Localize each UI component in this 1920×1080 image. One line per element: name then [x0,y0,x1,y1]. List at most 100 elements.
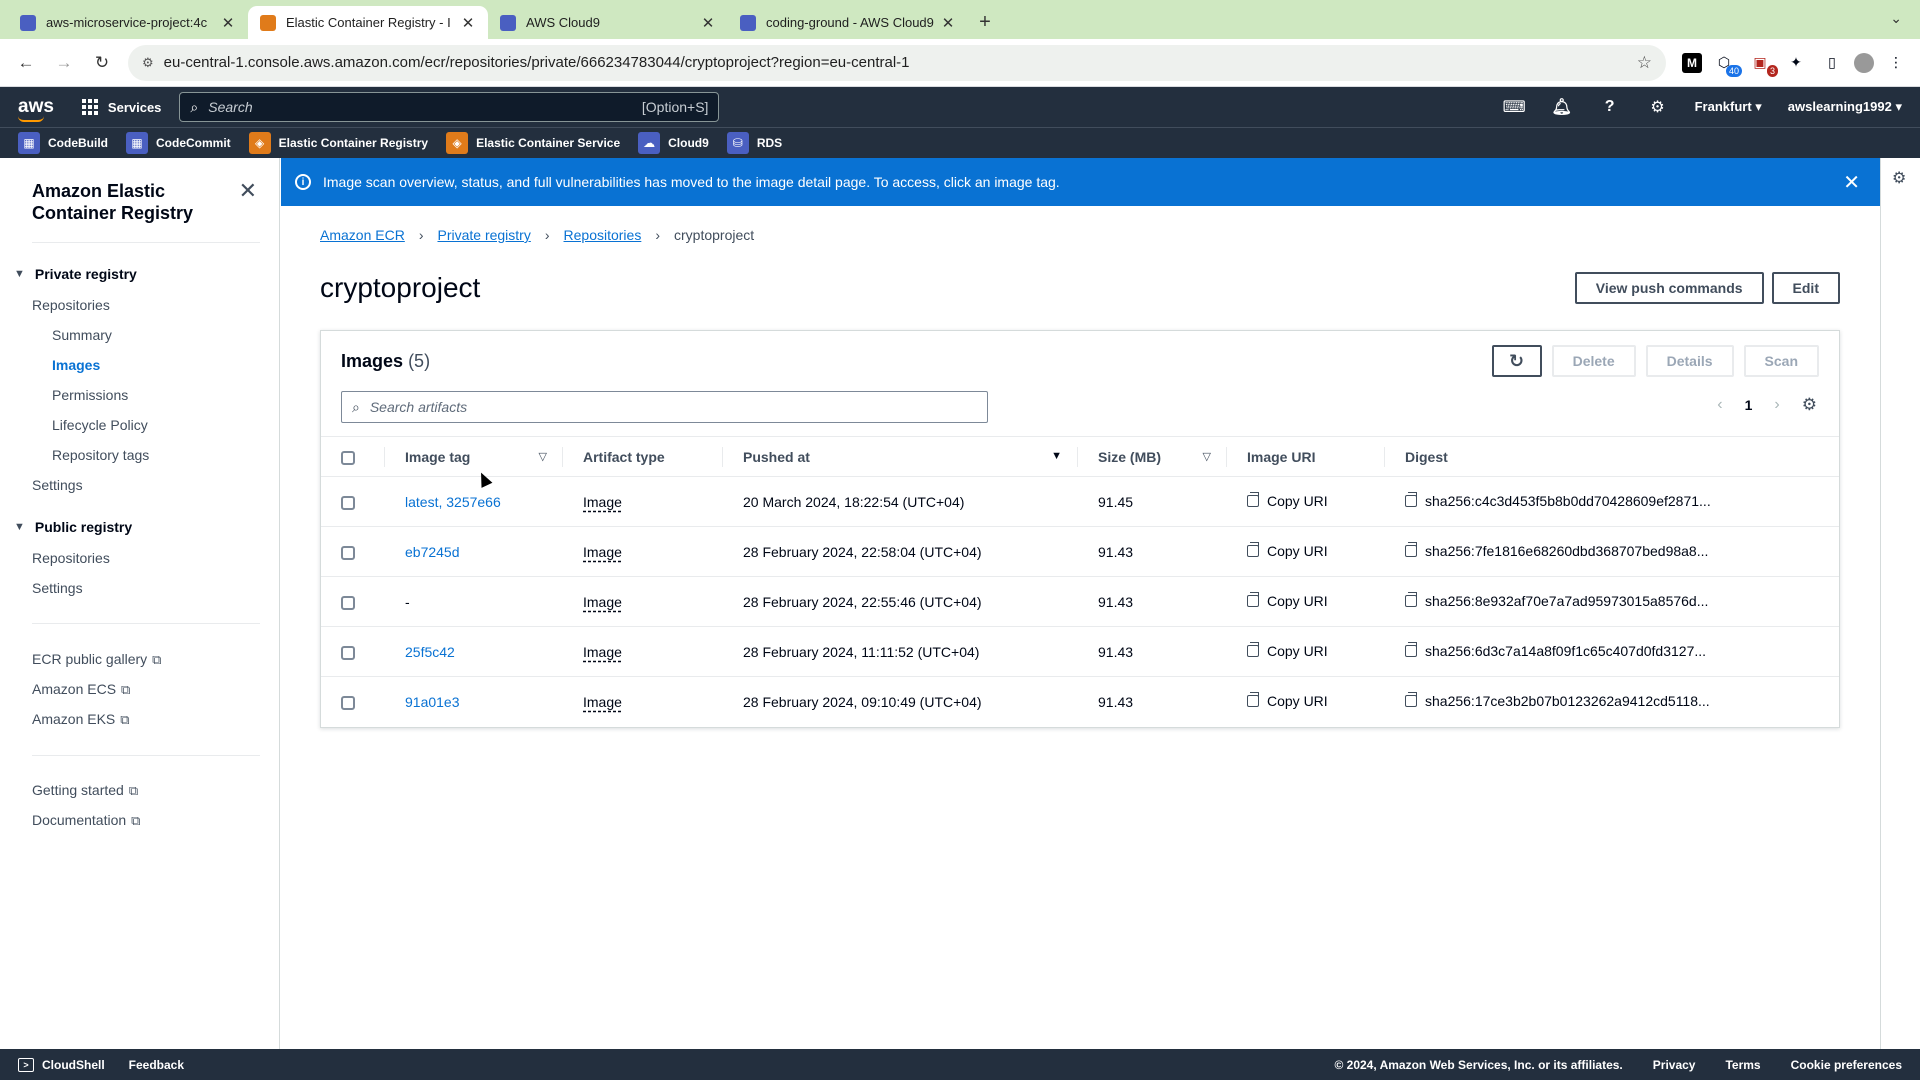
account-menu[interactable]: awslearning1992 ▾ [1788,99,1902,115]
view-push-commands-button[interactable]: View push commands [1574,272,1764,304]
row-checkbox[interactable] [341,695,355,710]
address-bar[interactable]: ⚙ eu-central-1.console.aws.amazon.com/ec… [128,44,1666,81]
artifact-type[interactable]: Image [583,544,622,560]
favorite-rds[interactable]: ⛁ RDS [726,132,782,154]
close-tab-icon[interactable]: ✕ [700,14,716,32]
search-artifacts-field[interactable]: ⌕ [341,391,988,423]
extension-icon[interactable]: ▣ 3 [1746,49,1778,77]
cloudshell-button[interactable]: > CloudShell [18,1057,105,1072]
image-tag-link[interactable]: eb7245d [405,544,460,560]
copy-uri-button[interactable]: Copy URI [1247,642,1328,659]
favorite-codebuild[interactable]: ▦ CodeBuild [18,132,108,154]
url-text[interactable]: eu-central-1.console.aws.amazon.com/ecr/… [164,54,1637,71]
browser-tab[interactable]: aws-microservice-project:4c ✕ [8,6,248,39]
new-tab-button[interactable]: + [968,6,1002,39]
artifact-type[interactable]: Image [583,594,622,610]
copy-digest-button[interactable]: sha256:6d3c7a14a8f09f1c65c407d0fd3127... [1405,642,1706,659]
tools-settings-icon[interactable]: ⚙ [1892,168,1906,188]
favorite-ecr[interactable]: ◈ Elastic Container Registry [248,132,428,154]
side-panel-icon[interactable]: ▯ [1818,49,1846,77]
nav-public-settings[interactable]: Settings [32,580,83,596]
browser-menu-icon[interactable]: ⋮ [1882,49,1910,77]
nav-getting-started[interactable]: Getting started ⧉ [32,782,138,799]
nav-permissions[interactable]: Permissions [52,387,128,403]
nav-amazon-ecs[interactable]: Amazon ECS ⧉ [32,681,130,698]
nav-private-repositories[interactable]: Repositories [32,297,110,313]
close-sidenav-icon[interactable]: ✕ [239,178,257,204]
breadcrumb-amazon-ecr[interactable]: Amazon ECR [320,227,405,243]
row-checkbox[interactable] [341,545,355,560]
breadcrumb-private-registry[interactable]: Private registry [437,227,530,243]
nav-documentation[interactable]: Documentation ⧉ [32,812,140,829]
copy-uri-button[interactable]: Copy URI [1247,542,1328,559]
tab-search-chevron-icon[interactable]: ⌄ [1890,10,1902,27]
row-checkbox[interactable] [341,495,355,510]
search-artifacts-input[interactable] [369,399,977,415]
details-button[interactable]: Details [1645,345,1734,377]
services-menu-button[interactable]: Services [81,99,161,115]
copy-digest-button[interactable]: sha256:17ce3b2b07b0123262a9412cd5118... [1405,692,1710,709]
nav-public-repositories[interactable]: Repositories [32,550,110,566]
nav-lifecycle-policy[interactable]: Lifecycle Policy [52,417,148,433]
column-artifact-type[interactable]: Artifact type [563,436,723,477]
nav-images[interactable]: Images [52,357,100,373]
image-tag-link[interactable]: 91a01e3 [405,694,460,710]
close-tab-icon[interactable]: ✕ [940,14,956,32]
refresh-button[interactable]: ↻ [1491,345,1542,377]
close-tab-icon[interactable]: ✕ [460,14,476,32]
nav-private-settings[interactable]: Settings [32,477,83,493]
dismiss-flash-icon[interactable]: ✕ [1843,170,1860,195]
sidenav-title[interactable]: Amazon Elastic Container Registry [0,158,240,224]
region-selector[interactable]: Frankfurt ▾ [1695,99,1762,115]
copy-digest-button[interactable]: sha256:8e932af70e7a7ad95973015a8576d... [1405,592,1708,609]
favorite-cloud9[interactable]: ☁ Cloud9 [638,132,709,154]
aws-search-input[interactable]: ⌕ Search [Option+S] [179,92,720,122]
row-checkbox[interactable] [341,595,355,610]
artifact-type[interactable]: Image [583,694,622,710]
artifact-type[interactable]: Image [583,494,622,510]
previous-page-icon[interactable]: ‹ [1717,396,1722,414]
favorite-ecs[interactable]: ◈ Elastic Container Service [446,132,620,154]
copy-digest-button[interactable]: sha256:7fe1816e68260dbd368707bed98a8... [1405,542,1708,559]
public-registry-section[interactable]: ▼ Public registry [14,519,132,535]
select-all-checkbox[interactable] [341,450,355,465]
notifications-bell-icon[interactable]: 🔔︎ [1551,97,1573,117]
browser-tab-active[interactable]: Elastic Container Registry - I ✕ [248,6,488,39]
image-tag-link[interactable]: 25f5c42 [405,644,455,660]
table-preferences-gear-icon[interactable]: ⚙ [1802,395,1817,415]
cookie-preferences-link[interactable]: Cookie preferences [1791,1058,1902,1072]
nav-repository-tags[interactable]: Repository tags [52,447,149,463]
copy-uri-button[interactable]: Copy URI [1247,492,1328,509]
feedback-link[interactable]: Feedback [129,1058,184,1072]
scan-button[interactable]: Scan [1743,345,1819,377]
next-page-icon[interactable]: › [1774,396,1779,414]
extensions-puzzle-icon[interactable]: ✦ [1782,49,1810,77]
settings-gear-icon[interactable]: ⚙ [1647,97,1669,117]
extension-icon[interactable]: ⬡ 40 [1710,49,1742,77]
nav-ecr-public-gallery[interactable]: ECR public gallery ⧉ [32,651,161,668]
aws-logo[interactable]: aws [18,96,54,122]
nav-amazon-eks[interactable]: Amazon EKS ⧉ [32,711,130,728]
nav-summary[interactable]: Summary [52,327,112,343]
favorite-codecommit[interactable]: ▦ CodeCommit [126,132,231,154]
help-icon[interactable]: ? [1599,98,1621,116]
browser-tab[interactable]: AWS Cloud9 ✕ [488,6,728,39]
row-checkbox[interactable] [341,645,355,660]
reload-button[interactable]: ↻ [86,47,118,79]
terms-link[interactable]: Terms [1725,1058,1760,1072]
forward-button[interactable]: → [48,47,80,79]
bookmark-star-icon[interactable]: ☆ [1637,53,1652,73]
column-image-tag[interactable]: Image tag ▽ [385,436,563,477]
privacy-link[interactable]: Privacy [1653,1058,1696,1072]
medium-extension-icon[interactable]: M [1682,52,1702,73]
edit-button[interactable]: Edit [1771,272,1840,304]
artifact-type[interactable]: Image [583,644,622,660]
copy-digest-button[interactable]: sha256:c4c3d453f5b8b0dd70428609ef2871... [1405,492,1711,509]
page-number[interactable]: 1 [1745,397,1753,413]
column-size[interactable]: Size (MB) ▽ [1078,436,1227,477]
back-button[interactable]: ← [10,47,42,79]
profile-avatar-icon[interactable] [1854,52,1874,73]
cloudshell-icon[interactable]: ⌨ [1503,97,1526,117]
copy-uri-button[interactable]: Copy URI [1247,692,1328,709]
breadcrumb-repositories[interactable]: Repositories [564,227,642,243]
